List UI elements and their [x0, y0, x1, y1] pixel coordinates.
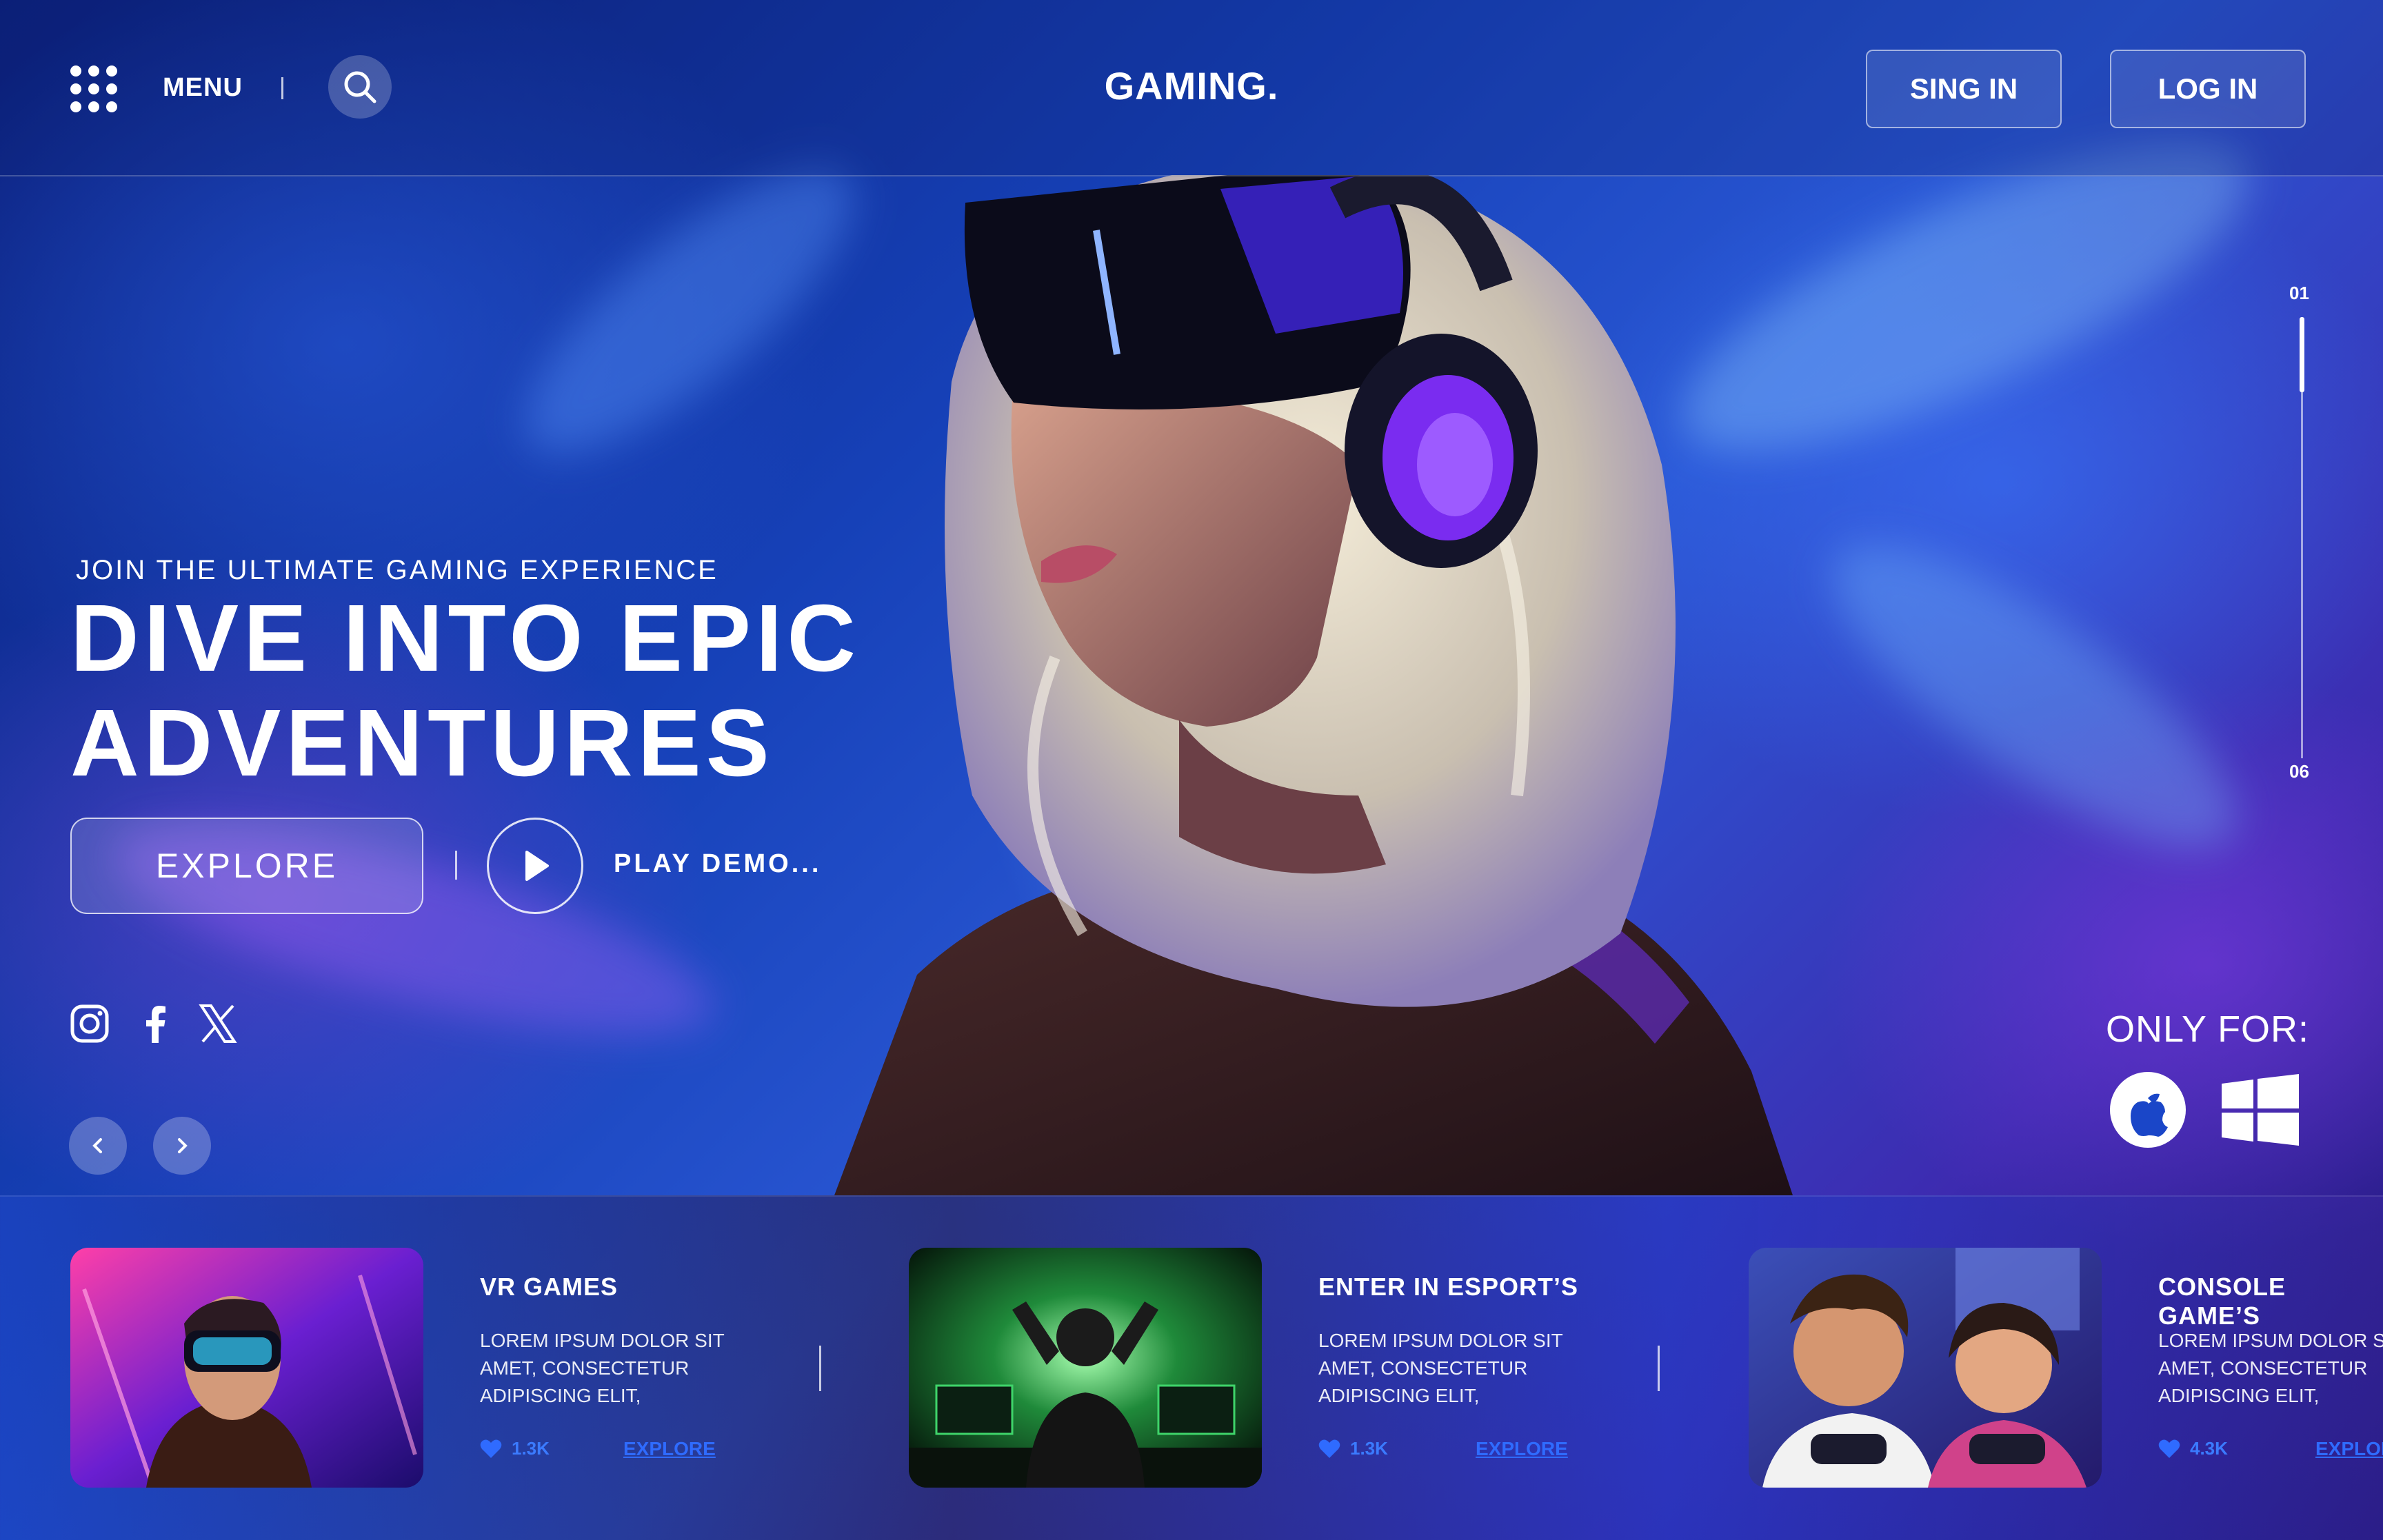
heart-icon [2158, 1439, 2180, 1458]
menu-button[interactable]: MENU [163, 73, 243, 103]
top-navigation-bar: MENU GAMING. SING IN LOG IN [0, 0, 2383, 176]
divider [819, 1346, 821, 1391]
esports-thumbnail[interactable] [909, 1248, 1262, 1488]
play-icon [525, 851, 549, 881]
card-title: ENTER IN ESPORT’S [1318, 1273, 1579, 1301]
card-explore-link[interactable]: EXPLORE [1476, 1438, 1568, 1460]
heart-icon [480, 1439, 502, 1458]
previous-slide-button[interactable] [69, 1117, 127, 1175]
card-description: LOREM IPSUM DOLOR SIT AMET, CONSECTETUR … [480, 1330, 725, 1406]
facebook-icon[interactable] [135, 1003, 177, 1044]
likes-count: 1.3K [512, 1438, 550, 1459]
windows-icon[interactable] [2222, 1074, 2299, 1146]
play-demo-link[interactable]: PLAY DEMO... [614, 849, 821, 879]
card-title: VR GAMES [480, 1273, 619, 1301]
slide-current-number: 01 [2289, 283, 2309, 303]
hero-headline: DIVE INTO EPIC ADVENTURES [70, 586, 861, 796]
instagram-icon[interactable] [69, 1003, 110, 1044]
divider [281, 77, 283, 99]
card-likes[interactable]: 4.3K [2158, 1438, 2228, 1459]
search-icon [344, 71, 376, 103]
card-description: LOREM IPSUM DOLOR SIT AMET, CONSECTETUR … [2158, 1330, 2383, 1406]
headline-line-1: DIVE INTO EPIC [70, 585, 861, 691]
menu-grid-icon[interactable] [70, 65, 117, 112]
background-glow [1793, 496, 2275, 897]
divider [1658, 1346, 1660, 1391]
card-likes[interactable]: 1.3K [1318, 1438, 1388, 1459]
card-description: LOREM IPSUM DOLOR SIT AMET, CONSECTETUR … [1318, 1330, 1563, 1406]
explore-button[interactable]: EXPLORE [70, 818, 423, 914]
hero-kicker: JOIN THE ULTIMATE GAMING EXPERIENCE [76, 555, 718, 585]
search-button[interactable] [328, 55, 392, 119]
card-explore-link[interactable]: EXPLORE [623, 1438, 716, 1460]
console-games-thumbnail[interactable] [1749, 1248, 2102, 1488]
play-demo-button[interactable] [487, 818, 583, 914]
slide-progress-fill [2300, 317, 2304, 392]
brand-logo[interactable]: GAMING. [1048, 63, 1335, 108]
log-in-button[interactable]: LOG IN [2110, 50, 2306, 128]
heart-icon [1318, 1439, 1340, 1458]
platforms-label: ONLY FOR: [2106, 1009, 2310, 1050]
vr-games-thumbnail[interactable] [70, 1248, 423, 1488]
likes-count: 1.3K [1350, 1438, 1388, 1459]
card-explore-link[interactable]: EXPLORE [2315, 1438, 2383, 1460]
headline-line-2: ADVENTURES [70, 690, 774, 796]
x-icon[interactable] [197, 1003, 239, 1044]
sign-in-button[interactable]: SING IN [1866, 50, 2062, 128]
next-slide-button[interactable] [153, 1117, 211, 1175]
chevron-right-icon [178, 1138, 188, 1153]
apple-icon[interactable] [2110, 1072, 2186, 1148]
chevron-left-icon [92, 1138, 102, 1153]
divider [455, 851, 457, 880]
slide-total-number: 06 [2289, 761, 2309, 782]
card-title: CONSOLE GAME’S [2158, 1273, 2286, 1330]
page: MENU GAMING. SING IN LOG IN JOIN THE ULT… [0, 0, 2383, 1540]
hero-vr-woman-image [834, 175, 1793, 1195]
likes-count: 4.3K [2190, 1438, 2228, 1459]
card-likes[interactable]: 1.3K [480, 1438, 550, 1459]
